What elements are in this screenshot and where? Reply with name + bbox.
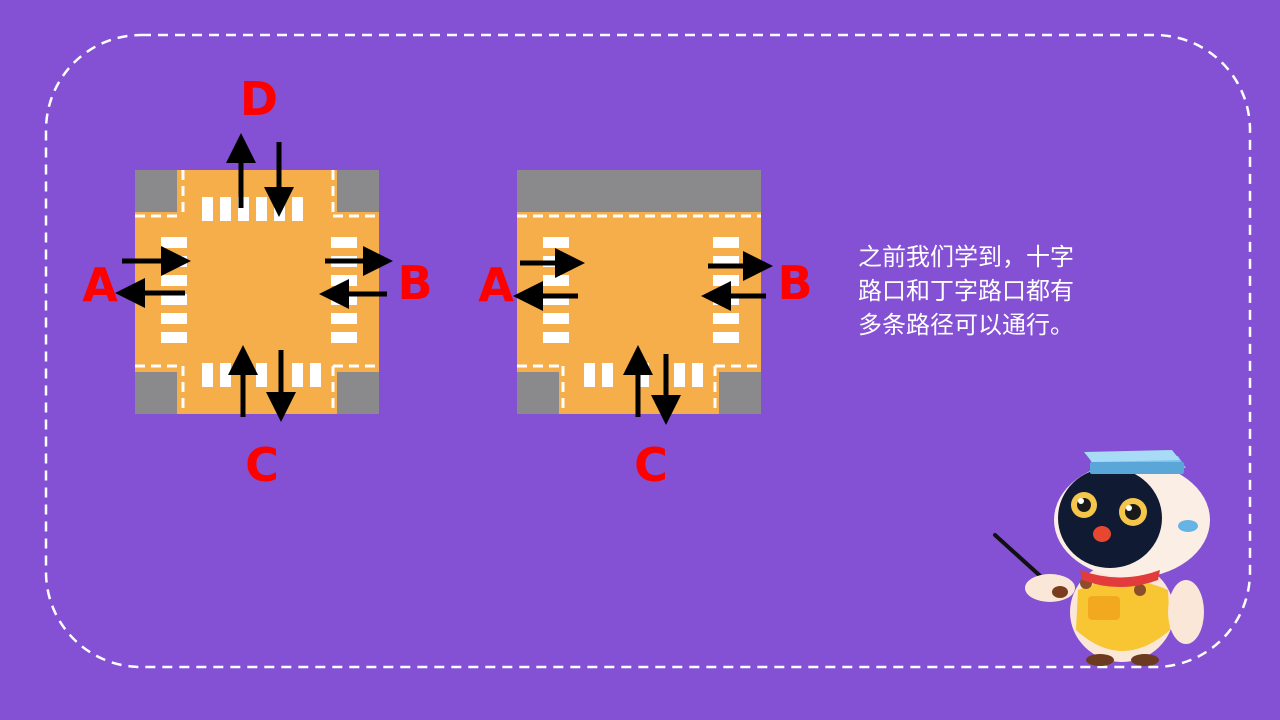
t-junction-label-b: B [777,256,813,310]
t-junction-label-a: A [478,258,514,312]
crossroad-diagram [115,133,393,422]
corner-block [719,372,761,414]
corner-block [517,372,559,414]
t-junction-diagram [513,170,773,425]
corner-block [337,372,379,414]
slide-canvas [0,0,1280,720]
crossroad-label-b: B [397,256,433,310]
top-building-block [517,170,761,212]
caption-text: 之前我们学到，十字 路口和丁字路口都有 多条路径可以通行。 [858,243,1074,339]
t-junction-label-c: C [634,438,668,492]
corner-block [135,372,177,414]
crossroad-label-a: A [82,258,118,312]
corner-block [337,170,379,212]
crossroad-label-d: D [239,72,279,126]
book-stack-icon [1084,450,1186,474]
corner-block [135,170,177,212]
crossroad-label-c: C [245,438,279,492]
